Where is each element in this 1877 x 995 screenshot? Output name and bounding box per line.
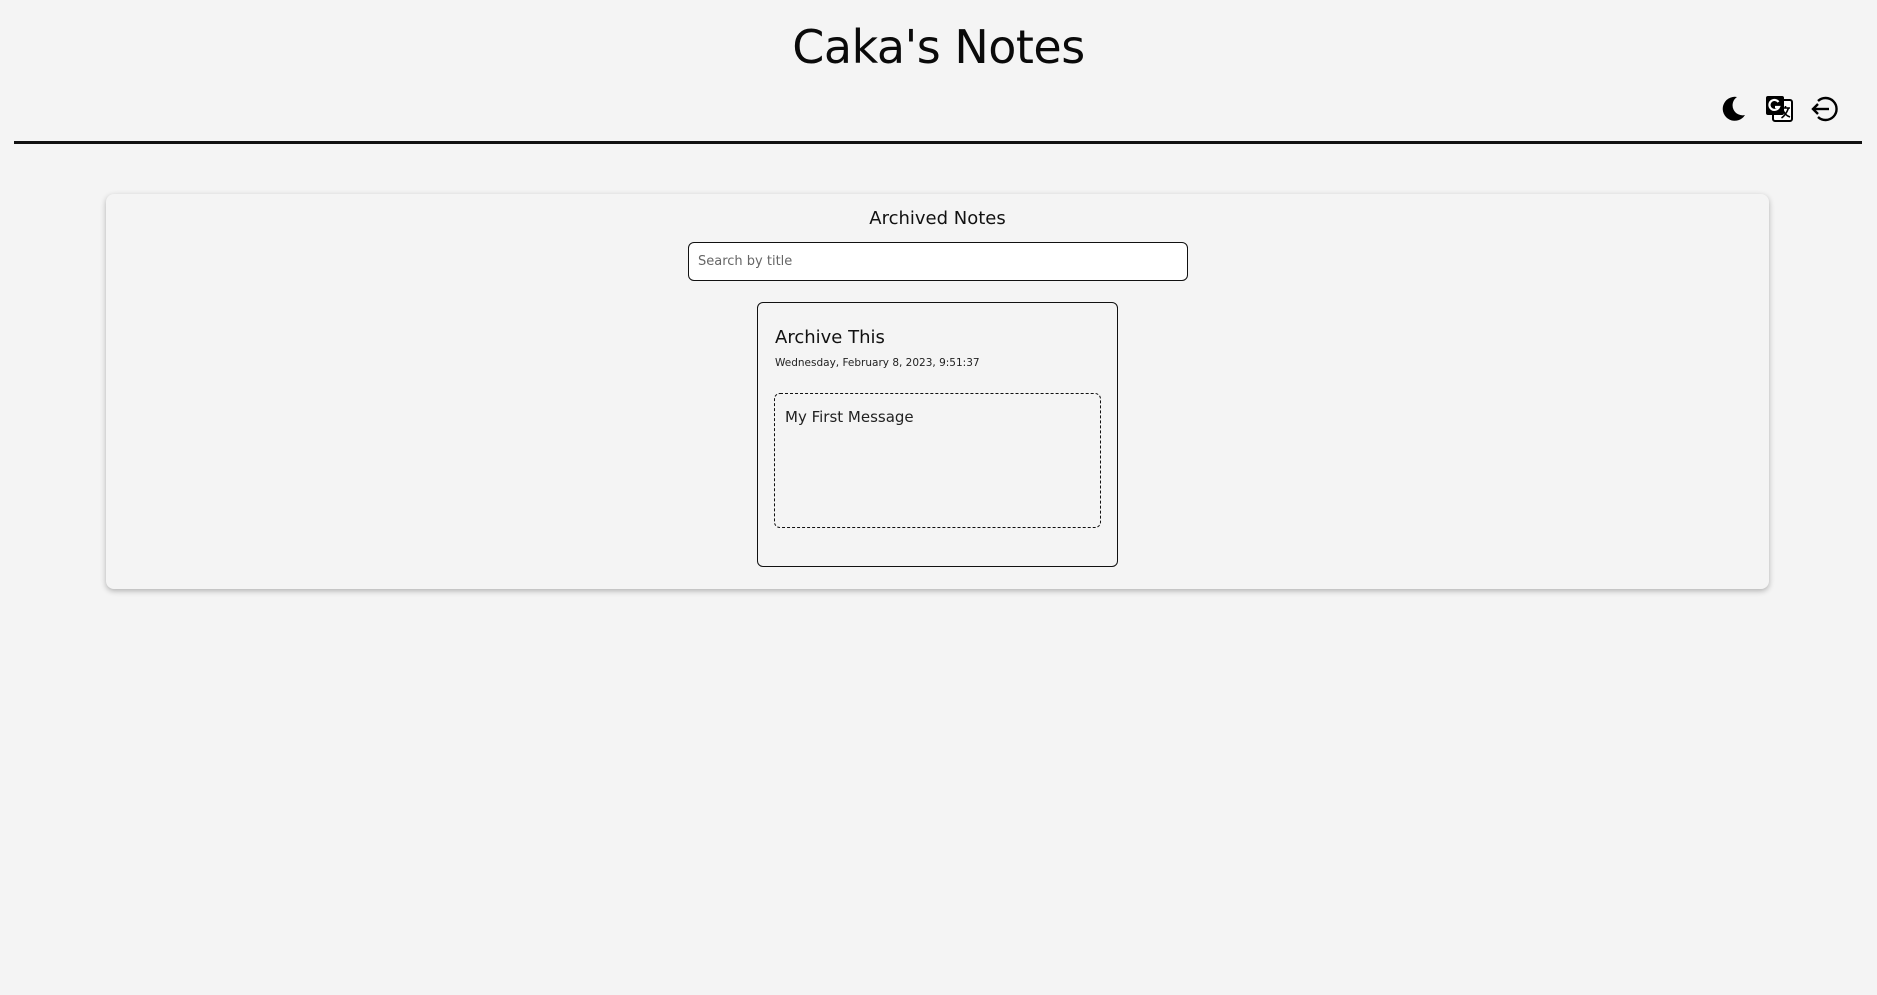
logout-icon (1811, 96, 1838, 122)
translate-icon (1766, 96, 1793, 122)
note-body: My First Message (774, 393, 1101, 528)
moon-icon (1722, 96, 1745, 121)
app-title[interactable]: Caka's Notes (0, 20, 1877, 74)
theme-toggle-button[interactable] (1717, 93, 1749, 125)
note-title[interactable]: Archive This (775, 327, 885, 348)
header-divider (14, 141, 1862, 144)
note-card[interactable]: Archive This Wednesday, February 8, 2023… (757, 302, 1118, 567)
language-toggle-button[interactable] (1763, 93, 1795, 125)
archived-notes-panel: Archived Notes Archive This Wednesday, F… (106, 194, 1769, 589)
search-input[interactable] (688, 242, 1188, 281)
app-header: Caka's Notes (0, 0, 1877, 144)
header-toolbar (1717, 93, 1841, 125)
logout-button[interactable] (1809, 93, 1841, 125)
note-date: Wednesday, February 8, 2023, 9:51:37 (775, 357, 980, 369)
panel-heading: Archived Notes (869, 208, 1006, 229)
